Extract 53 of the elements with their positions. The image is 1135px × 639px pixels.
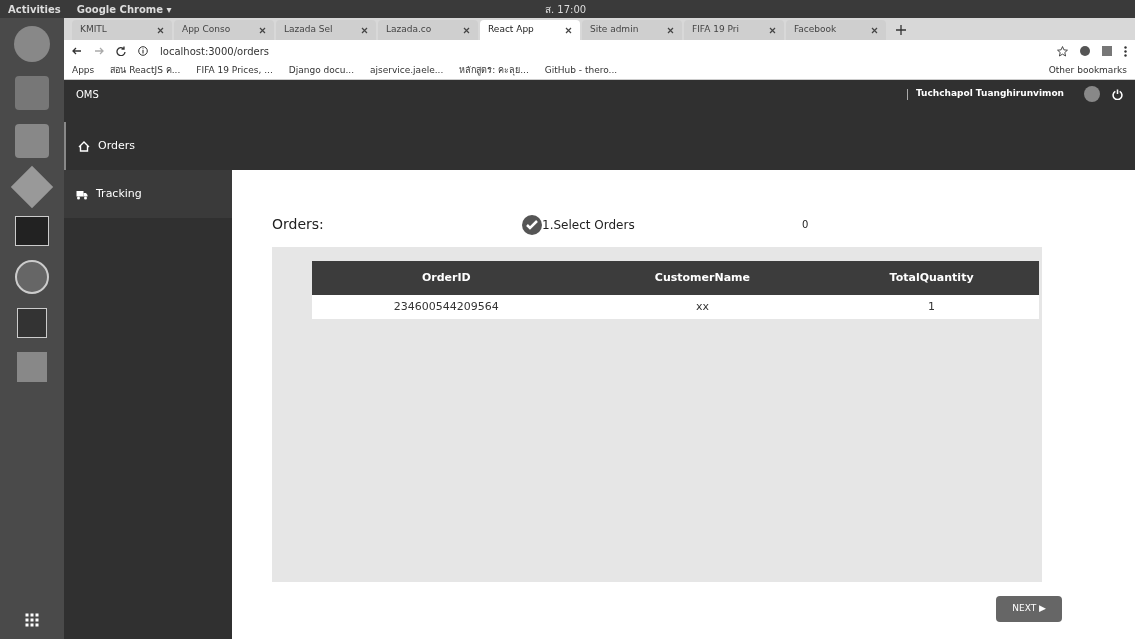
table-cell: 234600544209564 — [312, 295, 581, 319]
bookmark-link[interactable]: FIFA 19 Prices, ... — [196, 63, 273, 78]
other-bookmarks-link[interactable]: Other bookmarks — [1048, 63, 1127, 78]
browser-tab[interactable]: App Conso — [174, 20, 274, 40]
close-icon[interactable] — [157, 26, 164, 34]
bookmark-link[interactable]: Django docu... — [288, 63, 354, 78]
address-bar[interactable]: localhost:3000/orders — [160, 43, 1045, 59]
back-icon[interactable] — [72, 46, 82, 56]
reload-icon[interactable] — [116, 46, 126, 56]
close-icon[interactable] — [667, 26, 674, 34]
bookmark-link[interactable]: Apps — [72, 63, 95, 78]
browser-tab[interactable]: Facebook — [786, 20, 886, 40]
close-icon[interactable] — [259, 26, 266, 34]
table-cell: xx — [580, 295, 825, 319]
check-circle-icon — [522, 214, 542, 235]
home-icon — [78, 140, 90, 152]
selected-count: 0 — [802, 218, 809, 232]
column-header[interactable]: CustomerName — [580, 261, 825, 295]
next-button[interactable]: NEXT ▶ — [996, 596, 1062, 622]
step-label: 1.Select Orders — [542, 216, 636, 234]
bookmark-link[interactable]: สอน ReactJS ค... — [110, 63, 181, 78]
close-icon[interactable] — [871, 26, 878, 34]
bookmark-link[interactable]: GitHub - thero... — [544, 63, 618, 78]
close-icon[interactable] — [769, 26, 776, 34]
browser-tab[interactable]: Site admin — [582, 20, 682, 40]
browser-tab[interactable]: Lazada.co — [378, 20, 478, 40]
column-header[interactable]: TotalQuantity — [824, 261, 1039, 295]
page-title: Orders: — [272, 215, 325, 234]
activities-button[interactable]: Activities — [8, 1, 61, 17]
browser-tab[interactable]: KMITL — [72, 20, 172, 40]
column-header[interactable]: OrderID — [312, 261, 581, 295]
bookmark-link[interactable]: ajservice.jaele... — [370, 63, 444, 78]
app-brand: OMS — [76, 87, 100, 102]
truck-icon — [76, 188, 88, 200]
power-icon[interactable] — [1112, 88, 1123, 100]
sidebar-item[interactable]: Tracking — [64, 170, 232, 218]
table-cell: 1 — [824, 295, 1039, 319]
clock: ส. 17:00 — [545, 2, 587, 17]
close-icon[interactable] — [361, 26, 368, 34]
bookmark-link[interactable]: หลักสูตร: คะลุย... — [459, 63, 529, 78]
menu-icon[interactable] — [1124, 45, 1127, 57]
user-name: Tuchchapol Tuanghirunvimon — [915, 87, 1064, 101]
app-menu[interactable]: Google Chrome ▾ — [76, 1, 172, 17]
browser-tab[interactable]: Lazada Sel — [276, 20, 376, 40]
avatar-icon[interactable] — [1084, 86, 1100, 102]
browser-tab[interactable]: FIFA 19 Pri — [684, 20, 784, 40]
new-tab-icon[interactable] — [896, 25, 906, 35]
app-grid-icon[interactable] — [25, 613, 39, 627]
star-icon[interactable] — [1057, 45, 1068, 57]
browser-tab[interactable]: React App — [480, 20, 580, 40]
close-icon[interactable] — [463, 26, 470, 34]
close-icon[interactable] — [565, 26, 572, 34]
info-icon — [138, 46, 148, 56]
